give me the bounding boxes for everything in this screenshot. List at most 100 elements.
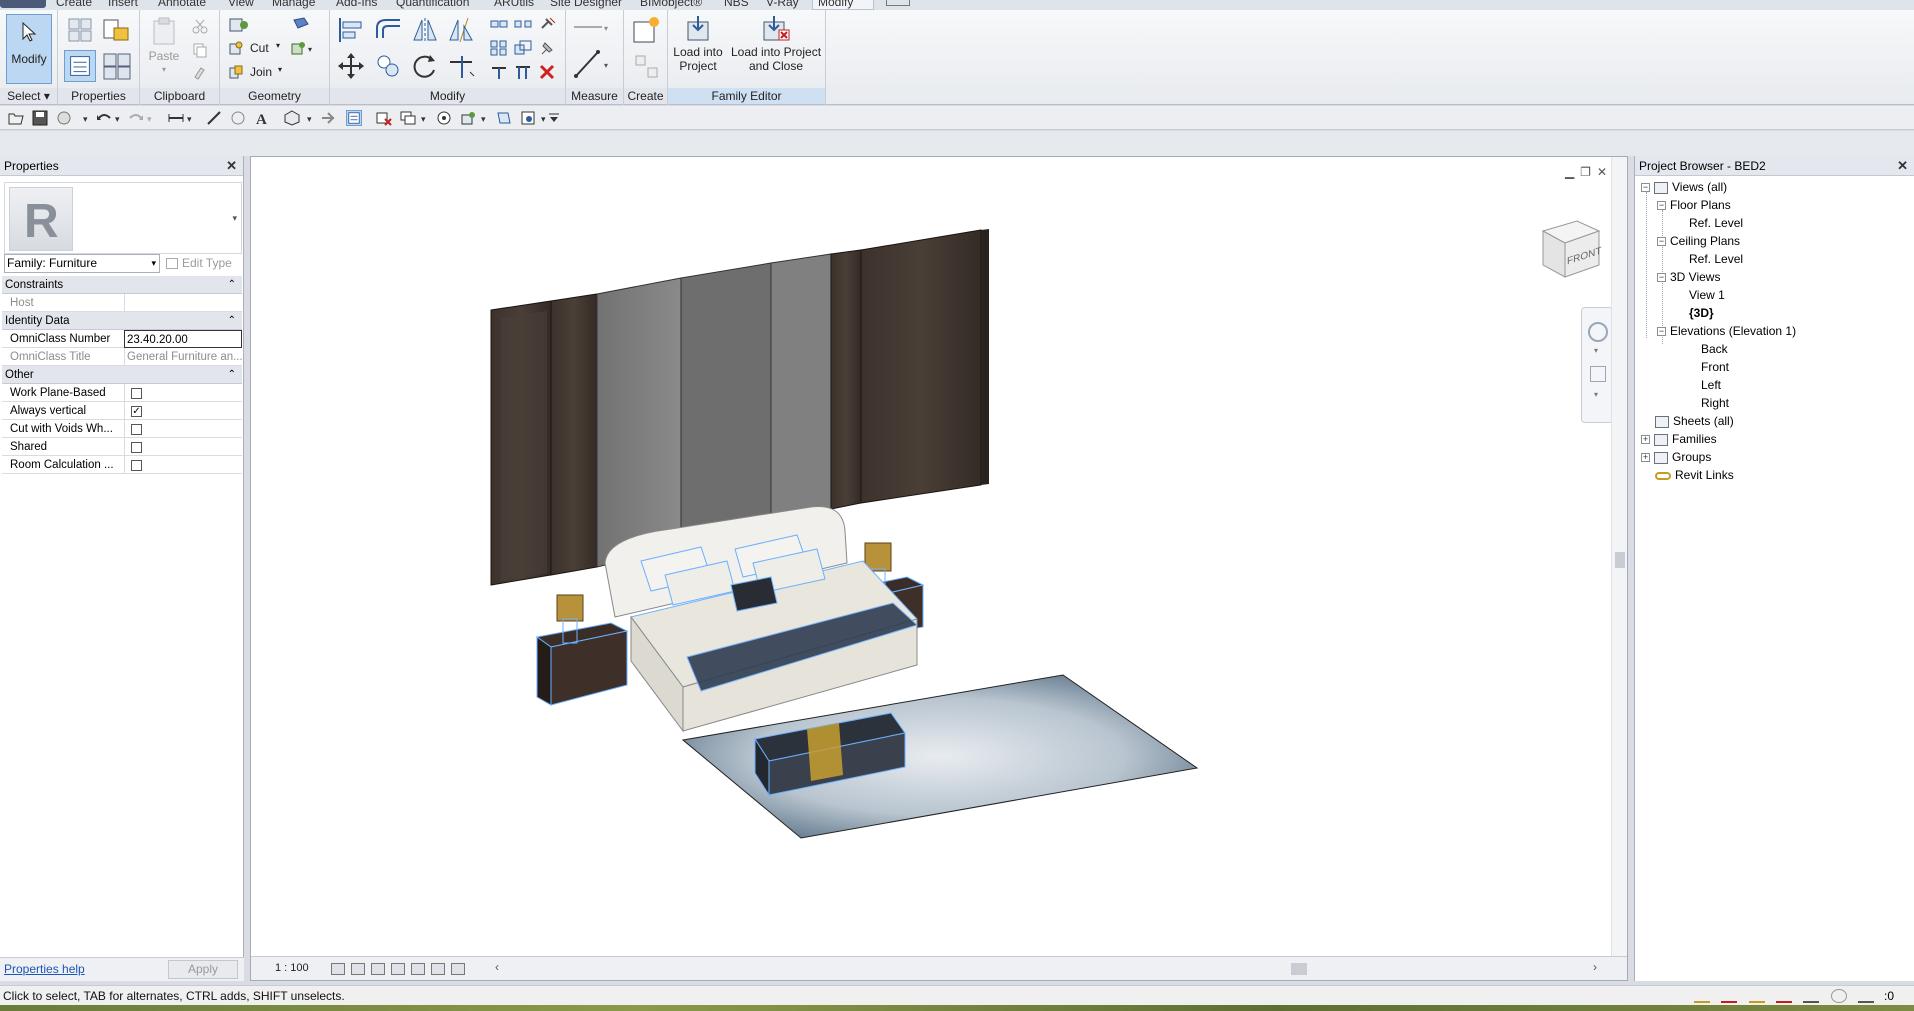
copy-element-icon[interactable] — [374, 52, 404, 80]
tree-item-revit-links[interactable]: Revit Links — [1655, 466, 1734, 484]
collapse-icon[interactable]: − — [1657, 273, 1666, 283]
tab-nbs[interactable]: NBS — [724, 0, 749, 9]
customize-qat-icon[interactable] — [546, 110, 562, 126]
chevron-down-icon[interactable]: ▾ — [232, 213, 237, 224]
tree-item-floor-plans[interactable]: − Floor Plans — [1657, 196, 1731, 214]
close-icon[interactable]: ✕ — [1897, 156, 1908, 176]
work-plane-based-checkbox[interactable] — [131, 388, 142, 399]
move-icon[interactable] — [336, 52, 366, 80]
cut-geometry-label[interactable]: Cut — [250, 41, 269, 55]
chevron-down-icon[interactable]: ▾ — [1594, 346, 1598, 355]
render-qat-icon[interactable] — [436, 110, 452, 126]
select-underlay-icon[interactable] — [1721, 989, 1738, 1003]
match-properties-icon[interactable] — [192, 64, 208, 80]
tree-item-elev-front[interactable]: Front — [1701, 358, 1729, 376]
trim-extend-corner-icon[interactable] — [446, 52, 476, 80]
view-template-qat-icon[interactable] — [496, 110, 512, 126]
thin-lines-icon[interactable] — [346, 110, 362, 126]
mirror-draw-axis-icon[interactable] — [446, 16, 476, 44]
select-links-icon[interactable] — [1693, 989, 1710, 1003]
tree-item-3d-default[interactable]: {3D} — [1689, 304, 1714, 322]
bed-shape[interactable] — [604, 506, 918, 733]
tree-item-elev-left[interactable]: Left — [1701, 376, 1721, 394]
collapse-icon[interactable]: − — [1641, 183, 1650, 193]
tab-vray[interactable]: V-Ray — [766, 0, 799, 9]
category-identity-data[interactable]: Identity Data ⌃ — [2, 312, 242, 330]
cope-icon[interactable] — [228, 16, 256, 34]
properties-toggle-icon[interactable] — [64, 50, 96, 82]
tab-addins[interactable]: Add-Ins — [336, 0, 377, 9]
tree-item-floor-ref-level[interactable]: Ref. Level — [1689, 214, 1743, 232]
family-category-select[interactable]: Family: Furniture ▾ — [4, 254, 160, 273]
family-types-icon[interactable] — [66, 16, 94, 44]
mirror-pick-axis-icon[interactable] — [410, 16, 440, 44]
switch-windows-icon[interactable] — [400, 110, 416, 126]
tab-create[interactable]: Create — [56, 0, 92, 9]
split-element-icon[interactable] — [490, 16, 508, 32]
undo-dropdown-icon[interactable]: ▾ — [112, 110, 128, 126]
sync-dropdown-icon[interactable]: ▾ — [80, 110, 96, 126]
tree-item-views-all[interactable]: − Views (all) — [1641, 178, 1727, 196]
view-scale[interactable]: 1 : 100 — [275, 962, 309, 974]
align-icon[interactable] — [336, 16, 366, 44]
scroll-thumb[interactable] — [1291, 963, 1307, 975]
plugin-qat-dropdown-icon[interactable]: ▾ — [478, 110, 494, 126]
collapse-icon[interactable]: − — [1657, 237, 1666, 247]
redo-icon[interactable] — [128, 110, 144, 126]
horizontal-scrollbar[interactable]: ‹ › — [495, 960, 1597, 975]
join-dropdown-icon[interactable]: ▾ — [278, 65, 282, 74]
file-menu-button[interactable] — [0, 0, 46, 8]
measure-qat-dropdown-icon[interactable]: ▾ — [184, 110, 200, 126]
tree-item-sheets[interactable]: Sheets (all) — [1655, 412, 1734, 430]
scale-icon[interactable] — [514, 40, 532, 56]
tab-extra-dropdown[interactable] — [886, 0, 910, 6]
join-geometry-label[interactable]: Join — [250, 65, 272, 79]
3d-view-canvas[interactable]: ▁❐✕ FRONT ▾ ▾ 1: 100 ‹ › — [250, 156, 1628, 981]
tree-item-elevations[interactable]: − Elevations (Elevation 1) — [1657, 322, 1796, 340]
tree-item-groups[interactable]: + Groups — [1641, 448, 1711, 466]
room-calculation-checkbox[interactable] — [131, 460, 142, 471]
collapse-icon[interactable]: ⌃ — [228, 276, 236, 294]
save-icon[interactable] — [32, 110, 48, 126]
load-into-project-button[interactable]: Load into Project — [670, 14, 726, 84]
sync-icon[interactable] — [56, 110, 72, 126]
aligned-dimension-icon[interactable]: ▾ — [572, 46, 612, 80]
tree-item-elev-right[interactable]: Right — [1701, 394, 1729, 412]
scroll-thumb[interactable] — [1615, 552, 1625, 568]
pin-icon[interactable] — [538, 40, 556, 56]
chevron-down-icon[interactable]: ▾ — [1594, 390, 1598, 399]
show-crop-icon[interactable] — [431, 962, 445, 975]
collapse-icon[interactable]: − — [1657, 327, 1666, 337]
plugin-qat-icon[interactable] — [460, 110, 476, 126]
family-category-icon[interactable] — [102, 16, 132, 44]
scroll-right-icon[interactable]: › — [1593, 960, 1597, 974]
tab-annotate[interactable]: Annotate — [158, 0, 206, 9]
drag-elements-icon[interactable] — [1803, 989, 1820, 1003]
collapse-icon[interactable]: − — [1657, 201, 1666, 211]
cut-scissors-icon[interactable] — [192, 18, 208, 34]
tree-item-elev-back[interactable]: Back — [1701, 340, 1728, 358]
tab-site-designer[interactable]: Site Designer — [550, 0, 622, 9]
paint-icon[interactable]: ▾ — [290, 40, 316, 56]
create-group-icon[interactable] — [634, 54, 660, 80]
zoom-region-icon[interactable] — [1590, 366, 1606, 382]
type-properties-icon[interactable] — [102, 52, 132, 80]
array-icon[interactable] — [490, 40, 508, 56]
collapse-icon[interactable]: ⌃ — [228, 366, 236, 384]
bedroom-model[interactable] — [251, 157, 1611, 957]
redo-dropdown-icon[interactable]: ▾ — [144, 110, 160, 126]
delete-icon[interactable] — [538, 64, 556, 80]
select-panel-label[interactable]: Select ▾ — [0, 88, 57, 104]
sun-path-icon[interactable] — [371, 962, 385, 975]
shared-checkbox[interactable] — [131, 442, 142, 453]
rotate-icon[interactable] — [410, 52, 440, 80]
measure-qat-icon[interactable] — [168, 110, 184, 126]
filter-icon[interactable] — [1858, 989, 1874, 1003]
cut-with-voids-checkbox[interactable] — [131, 424, 142, 435]
visibility-qat-icon[interactable] — [520, 110, 536, 126]
tab-view[interactable]: View — [228, 0, 254, 9]
scroll-left-icon[interactable]: ‹ — [495, 960, 499, 974]
copy-icon[interactable] — [192, 42, 208, 58]
measure-between-refs-icon[interactable]: ▾ — [572, 20, 612, 34]
vertical-scrollbar[interactable] — [1611, 157, 1627, 957]
